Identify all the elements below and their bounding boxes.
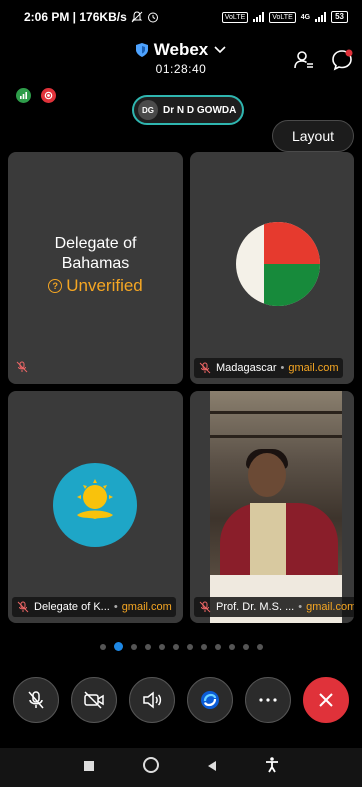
speaker-icon [143, 691, 162, 709]
recent-apps-button[interactable] [83, 759, 95, 777]
mic-muted-icon [198, 600, 212, 614]
status-time-speed: 2:06 PM | 176KB/s [24, 10, 127, 24]
separator: • [113, 601, 118, 613]
close-icon [319, 693, 333, 707]
video-person-saree [250, 503, 286, 583]
unverified-label: Unverified [66, 276, 143, 295]
call-controls [0, 677, 362, 723]
status-left: 2:06 PM | 176KB/s [24, 10, 159, 24]
page-dot[interactable] [99, 643, 106, 650]
back-triangle-icon [208, 760, 217, 771]
active-speaker-pill[interactable]: DG Dr N D GOWDA [132, 95, 244, 125]
kazakhstan-flag-avatar [53, 463, 137, 547]
page-indicator[interactable] [0, 642, 362, 651]
volte-badge-2: VoLTE [269, 11, 296, 23]
participant-name: Delegate of K... [34, 601, 110, 613]
participant-domain: gmail.com [306, 601, 354, 613]
page-dot[interactable] [242, 643, 249, 650]
video-person-head [248, 453, 286, 497]
layout-button[interactable]: Layout [272, 120, 354, 152]
page-dot[interactable] [130, 643, 137, 650]
mic-muted-icon [16, 600, 30, 614]
page-dot[interactable] [158, 643, 165, 650]
status-right: VoLTE VoLTE 4G 53 [221, 11, 348, 23]
webex-share-icon [201, 691, 219, 709]
video-shelf [210, 411, 342, 414]
participants-button[interactable] [290, 46, 318, 74]
bars-icon [20, 92, 27, 99]
speaker-avatar: DG [138, 100, 158, 120]
participant-domain: gmail.com [121, 601, 172, 613]
separator: • [280, 362, 285, 374]
mic-muted-icon [15, 360, 29, 374]
separator: • [298, 601, 303, 613]
speaker-name: Dr N D GOWDA [163, 104, 237, 116]
square-icon [84, 760, 95, 771]
chevron-down-icon [214, 46, 226, 54]
participant-name-tag: Madagascar • gmail.com [194, 358, 343, 378]
page-dot[interactable] [200, 643, 207, 650]
participant-tile-prof[interactable]: Prof. Dr. M.S. ... • gmail.com [190, 391, 354, 623]
mic-off-icon [28, 691, 44, 709]
participant-video-feed [210, 391, 342, 623]
mute-button[interactable] [13, 677, 59, 723]
signal-2-icon [315, 12, 327, 22]
participant-display-name: Delegate of Bahamas [8, 234, 183, 274]
participant-tile-madagascar[interactable]: Madagascar • gmail.com [190, 152, 354, 384]
shield-icon [135, 43, 148, 57]
more-options-button[interactable] [245, 677, 291, 723]
home-button[interactable] [142, 756, 160, 779]
page-dot-active[interactable] [113, 642, 123, 651]
participant-name-line1: Delegate of [54, 235, 137, 252]
page-dot[interactable] [256, 643, 263, 650]
page-dot[interactable] [144, 643, 151, 650]
network-quality-icon[interactable] [16, 88, 31, 103]
meeting-header: Webex 01:28:40 [0, 38, 362, 82]
recording-icon[interactable] [41, 88, 56, 103]
share-button[interactable] [187, 677, 233, 723]
participants-icon [294, 51, 313, 69]
network-type: 4G [300, 13, 311, 21]
page-dot[interactable] [228, 643, 235, 650]
video-button[interactable] [71, 677, 117, 723]
participant-domain: gmail.com [288, 362, 339, 374]
system-nav-bar [0, 748, 362, 787]
chat-icon [332, 49, 353, 71]
signal-1-icon [253, 12, 265, 22]
home-circle-icon [142, 757, 159, 773]
accessibility-button[interactable] [265, 757, 279, 778]
audio-output-button[interactable] [129, 677, 175, 723]
mute-notifications-icon [131, 11, 143, 23]
participant-tile-bahamas[interactable]: Delegate of Bahamas ? Unverified [8, 152, 183, 384]
back-button[interactable] [206, 759, 218, 777]
battery-indicator: 53 [331, 11, 348, 23]
mic-muted-icon [198, 361, 212, 375]
participant-name-tag: Prof. Dr. M.S. ... • gmail.com [194, 597, 354, 617]
participant-name: Prof. Dr. M.S. ... [216, 601, 295, 613]
chat-button[interactable] [328, 46, 356, 74]
volte-badge: VoLTE [221, 11, 249, 23]
end-call-button[interactable] [303, 677, 349, 723]
madagascar-flag-avatar [236, 222, 320, 306]
accessibility-icon [265, 757, 278, 773]
video-off-icon [84, 691, 104, 709]
participant-name-line2: Bahamas [61, 255, 130, 272]
connection-indicators [16, 88, 56, 103]
more-icon [259, 698, 277, 702]
page-dot[interactable] [172, 643, 179, 650]
participant-tile-kazakhstan[interactable]: Delegate of K... • gmail.com [8, 391, 183, 623]
alarm-icon [147, 12, 158, 23]
unverified-status: ? Unverified [8, 276, 183, 296]
participant-name-tag: Delegate of K... • gmail.com [12, 597, 176, 617]
participant-name: Madagascar [216, 362, 277, 374]
record-dot-icon [44, 91, 53, 100]
page-dot[interactable] [214, 643, 221, 650]
page-dot[interactable] [186, 643, 193, 650]
app-name: Webex [153, 40, 209, 59]
status-bar: 2:06 PM | 176KB/s VoLTE VoLTE 4G 53 [0, 0, 362, 34]
question-circle-icon: ? [48, 279, 63, 293]
video-shelf [210, 435, 342, 438]
